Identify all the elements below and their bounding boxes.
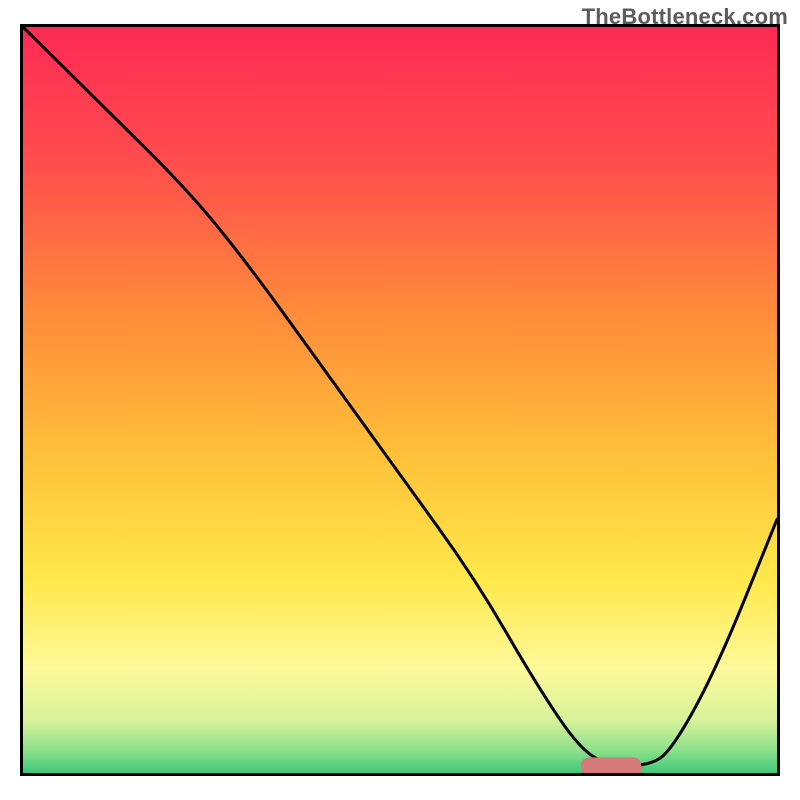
chart-svg (23, 27, 777, 773)
optimal-range-marker (581, 757, 641, 773)
chart-frame (20, 24, 780, 776)
watermark-text: TheBottleneck.com (582, 4, 788, 30)
